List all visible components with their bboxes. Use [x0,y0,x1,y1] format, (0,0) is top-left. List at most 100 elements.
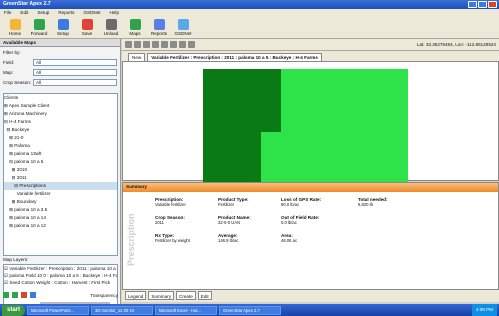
layer-label: Variable Fertilizer : Prescription : 201… [9,266,117,271]
summary-value: Variable fertilizer [155,202,186,207]
taskbar-item[interactable]: Microsoft PowerPoint... [27,305,90,315]
select-icon[interactable] [152,41,159,48]
toolbar-button-reports[interactable]: Reports [148,19,170,36]
summary-field: Average: 146.9 lb/ac [218,233,239,243]
tree-node[interactable]: ⊞ Boundary [4,198,117,206]
menu-item[interactable]: GSDNet [83,10,100,16]
tree-node[interactable]: ⊞ Paloma [4,142,117,150]
save-icon [81,19,93,30]
tab-new[interactable]: New [128,53,146,61]
tab-legend[interactable]: Legend [125,291,147,300]
tab-edit[interactable]: Edit [197,291,212,300]
summary-value: Fertilizer by weight [155,238,190,243]
taskbar-item[interactable]: GreenStar Apex 2.7 [219,305,282,315]
summary-field: Rx Type: Fertilizer by weight [155,233,190,243]
filter-label-map: Map: [3,69,14,75]
tree-node[interactable]: Clients [4,94,117,102]
tree-node[interactable]: ⊞ paloma 13wft [4,150,117,158]
map-view[interactable] [122,61,499,182]
layer-down-icon[interactable] [12,292,18,298]
toolbar-button-home[interactable]: Home [4,19,26,36]
summary-field: Product Type: Fertilizer [218,197,249,207]
tree-node[interactable]: ⊞ Arizona Machinery [4,110,117,118]
tab-variable-fertilizer[interactable]: Variable Fertilizer : Prescription : 201… [147,53,322,61]
map-layers-label: Map Layers: [3,257,29,262]
tree-node[interactable]: ⊞ paloma 10 a 3.5 [4,206,117,214]
tree-node[interactable]: ⊟ Prescriptions [4,182,117,190]
toolbar-button-label: Maps [129,31,141,36]
toolbar-button-gsdnet[interactable]: GSDNet [172,19,194,36]
window-title-bar: GreenStar Apex 2.7 [0,0,499,9]
filter-row-map: Map: All [0,67,120,77]
summary-value: 32-0-0 UAN [218,220,241,225]
transparency-label: Transparency [90,292,118,298]
tree-node[interactable]: ⊟ paloma 10 a 5 [4,158,117,166]
toolbar-button-label: Save [81,31,93,36]
layer-properties-icon[interactable] [30,292,36,298]
layer-item[interactable]: ☑ Variable Fertilizer : Prescription : 2… [4,265,117,272]
summary-header: Summary [123,183,498,192]
measure-icon[interactable] [161,41,168,48]
maps-icon [129,19,141,30]
toolbar-button-forward[interactable]: Forward [28,19,50,36]
map-toolbar: Lat: 33.36279484, Lon: -112.86129524 [122,39,499,51]
menu-item[interactable]: Help [110,10,119,16]
tree-node[interactable]: ⊞ paloma 10 a 12 [4,222,117,230]
layer-label: paloma Field 10 0 : paloma 10 a 5 : Buck… [9,273,117,278]
summary-value: 0.0 lb/ac [281,220,297,225]
toolbar-button-unload[interactable]: Unload [100,19,122,36]
toolbar-button-setup[interactable]: Setup [52,19,74,36]
tab-summary[interactable]: Summary [148,291,174,300]
layers-icon[interactable] [179,41,186,48]
close-button[interactable] [488,1,497,8]
taskbar-item[interactable]: 3D monitor_11-20-10 [91,305,154,315]
toolbar-button-label: Home [8,31,22,36]
filter-label: Filter by: [3,49,21,55]
refresh-icon[interactable] [188,41,195,48]
summary-value: 6,820 lb [358,202,373,207]
zoom-in-icon[interactable] [125,41,132,48]
zoom-out-icon[interactable] [134,41,141,48]
tree-node[interactable]: ⊞ 21-0 [4,134,117,142]
pan-icon[interactable] [143,41,150,48]
toolbar-button-maps[interactable]: Maps [124,19,146,36]
toolbar-button-save[interactable]: Save [76,19,98,36]
map-select[interactable]: All [33,68,117,76]
tree-node[interactable]: Variable fertilizer [4,190,117,198]
layer-item[interactable]: ☑ Seed Cotton Weight : Cotton : Harvest … [4,279,117,286]
menu-item[interactable]: Reports [58,10,74,16]
minimize-button[interactable] [468,1,477,8]
print-icon[interactable] [170,41,177,48]
map-tree[interactable]: Clients ⊞ Apex Sample Client ⊞ Arizona Mac… [3,93,118,256]
layer-remove-icon[interactable] [21,292,27,298]
filter-label-row: Filter by: [0,47,120,57]
start-button[interactable]: start [2,304,26,316]
taskbar-item[interactable]: Microsoft Excel - Har... [155,305,218,315]
summary-panel: Summary Prescription Prescription: Variab… [122,182,499,290]
tree-node[interactable]: ⊟ H-4 Farms [4,118,117,126]
field-select[interactable]: All [33,58,117,66]
tree-node[interactable]: ⊞ paloma 10 a 14 [4,214,117,222]
summary-value: 90.0 lb/ac [281,202,300,207]
window-title: GreenStar Apex 2.7 [3,1,51,7]
unload-icon [105,19,117,30]
summary-field: Prescription: Variable fertilizer [155,197,186,207]
summary-field: Product Name: 32-0-0 UAN [218,215,251,225]
menu-item[interactable]: Setup [37,10,49,16]
tree-node[interactable]: ⊟ 2011 [4,174,117,182]
tree-node[interactable]: ⊞ 2010 [4,166,117,174]
tab-create[interactable]: Create [176,291,196,300]
layer-label: Seed Cotton Weight : Cotton : Harvest : … [9,280,111,285]
crop-season-select[interactable]: All [33,78,117,86]
menu-item[interactable]: Edit [20,10,28,16]
filter-row-field: Field: All [0,57,120,67]
tree-node[interactable]: ⊟ Buckeye [4,126,117,134]
layer-item[interactable]: ☑ paloma Field 10 0 : paloma 10 a 5 : Bu… [4,272,117,279]
tree-node[interactable]: ⊞ Apex Sample Client [4,102,117,110]
layer-up-icon[interactable] [3,292,9,298]
summary-value: 2011 [155,220,165,225]
summary-field: Total needed: 6,820 lb [358,197,388,207]
maximize-button[interactable] [478,1,487,8]
window-controls [468,1,497,8]
menu-item[interactable]: File [4,10,11,16]
